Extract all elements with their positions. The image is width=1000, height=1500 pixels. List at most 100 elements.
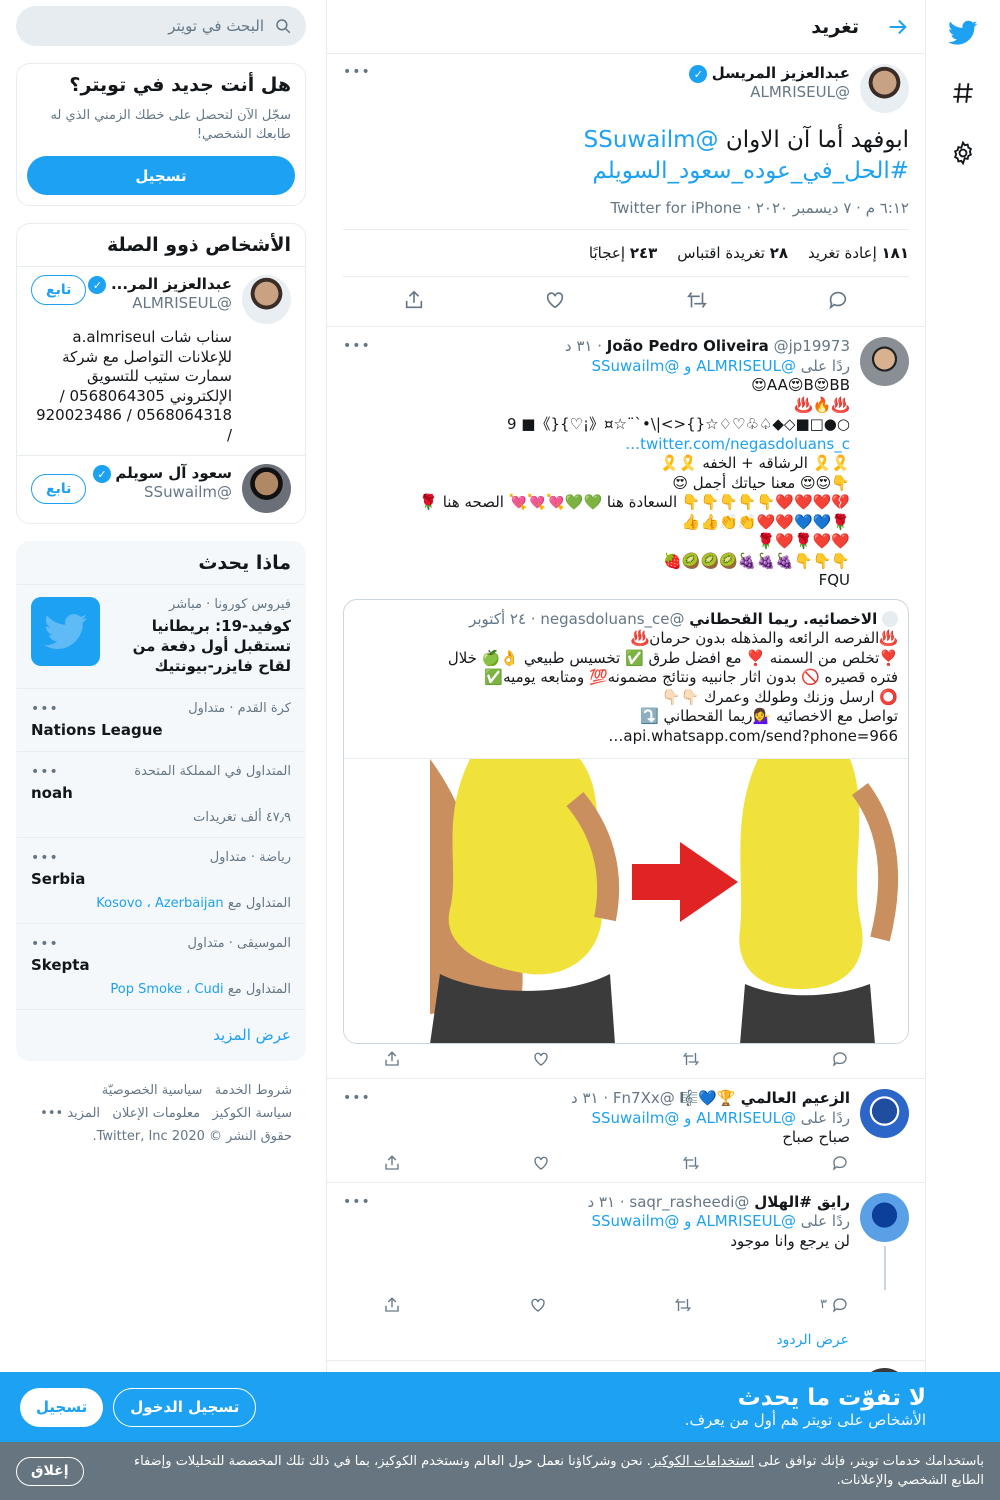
- author-name[interactable]: João Pedro Oliveira: [607, 337, 769, 355]
- trend-item[interactable]: رياضة · متداول ••• Serbia المتداول مع Kos…: [17, 837, 305, 923]
- trend-item[interactable]: الموسيقى · متداول ••• Skepta المتداول مع …: [17, 923, 305, 1009]
- tweet-time[interactable]: · ٣١ د: [565, 337, 602, 355]
- cookie-policy-link[interactable]: استخدامات الكوكيز: [651, 1454, 754, 1469]
- terms-link[interactable]: شروط الخدمة: [215, 1083, 292, 1098]
- reply-button[interactable]: ٣: [820, 1296, 849, 1314]
- reply-tweet[interactable]: الزعيم العالمي 🏆💙🎼 @Fn7Xx · ٣١ د ••• ردً…: [327, 1079, 925, 1183]
- twitter-logo-icon[interactable]: [938, 8, 988, 58]
- explore-hashtag-icon[interactable]: [938, 68, 988, 118]
- show-replies-link[interactable]: عرض الردود: [776, 1332, 849, 1348]
- avatar[interactable]: [242, 275, 291, 324]
- author-handle[interactable]: @Fn7Xx: [613, 1089, 675, 1107]
- cookie-banner: باستخدامك خدمات تويتر، فإنك توافق على اس…: [0, 1442, 1000, 1500]
- tweet-actions: [343, 1044, 909, 1078]
- person-handle[interactable]: @SSuwailm: [93, 483, 232, 501]
- reply-icon[interactable]: [827, 289, 849, 315]
- more-options-icon[interactable]: •••: [343, 1089, 371, 1109]
- trend-title: Serbia: [31, 870, 86, 888]
- avatar[interactable]: [860, 1192, 909, 1242]
- trend-item[interactable]: المتداول في المملكة المتحدة ••• noah ٤٧٫٩…: [17, 751, 305, 837]
- mention-link[interactable]: @SSuwailm: [584, 127, 719, 153]
- avatar[interactable]: [242, 464, 291, 513]
- tweet-meta[interactable]: ٦:١٢ م · ٧ ديسمبر ٢٠٢٠ · Twitter for iPh…: [343, 199, 909, 217]
- quoted-image[interactable]: [344, 758, 908, 1044]
- reply-icon[interactable]: [831, 1050, 849, 1068]
- show-more-link[interactable]: عرض المزيد: [213, 1026, 291, 1044]
- settings-gear-icon[interactable]: [938, 128, 988, 178]
- more-options-icon[interactable]: •••: [31, 936, 59, 952]
- avatar[interactable]: [860, 1089, 909, 1138]
- back-arrow-icon[interactable]: [887, 16, 909, 38]
- more-link[interactable]: المزيد: [67, 1106, 100, 1121]
- retweet-icon[interactable]: [682, 1154, 700, 1172]
- avatar[interactable]: [860, 64, 909, 113]
- follow-button[interactable]: تابع: [31, 275, 87, 305]
- share-icon[interactable]: [383, 1050, 401, 1068]
- more-options-icon[interactable]: •••: [31, 701, 59, 717]
- signup-button[interactable]: تسجيل: [27, 156, 295, 195]
- reply-icon[interactable]: [831, 1154, 849, 1172]
- author-handle[interactable]: @saqr_rasheedi: [629, 1193, 749, 1211]
- quoted-author-name[interactable]: الاخصائيه. ريما القحطاني: [689, 610, 877, 628]
- person-name[interactable]: سعود آل سويلم: [115, 464, 232, 482]
- retweet-icon[interactable]: [686, 289, 708, 315]
- likes-stat[interactable]: ٢٤٣ إعجابًا: [589, 244, 657, 262]
- like-icon[interactable]: [532, 1050, 550, 1068]
- tweet-time[interactable]: · ٣١ د: [587, 1193, 624, 1211]
- banner-title: لا تفوّت ما يحدث: [737, 1385, 926, 1411]
- retweet-icon[interactable]: [682, 1050, 700, 1068]
- search-input[interactable]: البحث في تويتر: [16, 6, 306, 46]
- more-options-icon[interactable]: •••: [31, 764, 59, 780]
- reply-to-mentions[interactable]: @ALMRISEUL و @SSuwailm: [591, 1212, 796, 1230]
- reply-to-mentions[interactable]: @ALMRISEUL و @SSuwailm: [591, 357, 796, 375]
- quoted-link[interactable]: api.whatsapp.com/send?phone=966…: [354, 727, 898, 747]
- quoted-author-handle[interactable]: @negasdoluans_ce: [540, 610, 684, 628]
- hashtag-link[interactable]: #الحل_في_عوده_سعود_السويلم: [592, 158, 909, 184]
- login-button[interactable]: تسجيل الدخول: [113, 1387, 257, 1427]
- person-handle[interactable]: @ALMRISEUL: [88, 294, 232, 312]
- follow-button[interactable]: تابع: [31, 473, 87, 504]
- retweet-icon[interactable]: [674, 1296, 692, 1314]
- cookies-link[interactable]: سياسة الكوكيز: [212, 1106, 292, 1121]
- author-handle[interactable]: @ALMRISEUL: [689, 83, 850, 101]
- more-options-icon[interactable]: •••: [343, 1193, 371, 1213]
- reply-tweet[interactable]: João Pedro Oliveira @jp19973 · ٣١ د ••• …: [327, 327, 925, 1079]
- tweet-time[interactable]: · ٣١ د: [571, 1089, 608, 1107]
- related-trends-links[interactable]: Pop Smoke ، Cudi: [110, 982, 223, 997]
- person-name[interactable]: عبدالعزيز المر...: [111, 275, 232, 293]
- reply-tweet[interactable]: رايق #الهلال @saqr_rasheedi · ٣١ د ••• ر…: [327, 1183, 925, 1361]
- signup-button[interactable]: تسجيل: [20, 1387, 104, 1427]
- more-options-icon[interactable]: •••: [343, 337, 371, 357]
- author-name[interactable]: عبدالعزيز المريسل: [712, 64, 850, 82]
- more-dots-icon[interactable]: •••: [40, 1106, 63, 1121]
- copyright: حقوق النشر © 2020 Twitter, Inc.: [92, 1129, 292, 1144]
- trend-item[interactable]: كرة القدم · متداول ••• Nations League: [17, 688, 305, 751]
- tweet-link[interactable]: twitter.com/negasdoluans_c…: [343, 435, 850, 455]
- trend-thumbnail: [31, 597, 100, 666]
- author-name[interactable]: رايق #الهلال: [754, 1193, 850, 1211]
- privacy-link[interactable]: سياسية الخصوصيّة: [102, 1083, 203, 1098]
- like-icon[interactable]: [544, 289, 566, 315]
- close-button[interactable]: إغلاق: [16, 1456, 84, 1486]
- trend-item[interactable]: فيروس كورونا · مباشر كوفيد-19: بريطانيا …: [17, 584, 305, 688]
- like-icon[interactable]: [529, 1296, 547, 1314]
- retweets-stat[interactable]: ١٨١ إعادة تغريد: [808, 244, 909, 262]
- more-options-icon[interactable]: •••: [343, 64, 371, 80]
- share-icon[interactable]: [383, 1296, 401, 1314]
- ads-info-link[interactable]: معلومات الإعلان: [112, 1106, 200, 1121]
- related-trends-links[interactable]: Kosovo ، Azerbaijan: [96, 896, 223, 911]
- more-options-icon[interactable]: •••: [31, 850, 59, 866]
- person-item[interactable]: عبدالعزيز المر... ✓ @ALMRISEUL تابع سناب…: [17, 266, 305, 455]
- share-icon[interactable]: [403, 289, 425, 315]
- quoted-tweet[interactable]: الاخصائيه. ريما القحطاني @negasdoluans_c…: [343, 598, 909, 1044]
- share-icon[interactable]: [383, 1154, 401, 1172]
- author-name[interactable]: الزعيم العالمي 🏆💙🎼: [680, 1089, 850, 1107]
- tweet-text: صباح صباح: [782, 1128, 850, 1146]
- quotes-stat[interactable]: ٢٨ تغريدة اقتباس: [677, 244, 788, 262]
- author-handle[interactable]: @jp19973: [774, 337, 850, 355]
- avatar[interactable]: [860, 337, 909, 386]
- person-item[interactable]: سعود آل سويلم ✓ @SSuwailm تابع: [17, 455, 305, 523]
- trends-card: ماذا يحدث فيروس كورونا · مباشر كوفيد-19:…: [16, 541, 306, 1061]
- reply-to-mentions[interactable]: @ALMRISEUL و @SSuwailm: [591, 1109, 796, 1127]
- like-icon[interactable]: [532, 1154, 550, 1172]
